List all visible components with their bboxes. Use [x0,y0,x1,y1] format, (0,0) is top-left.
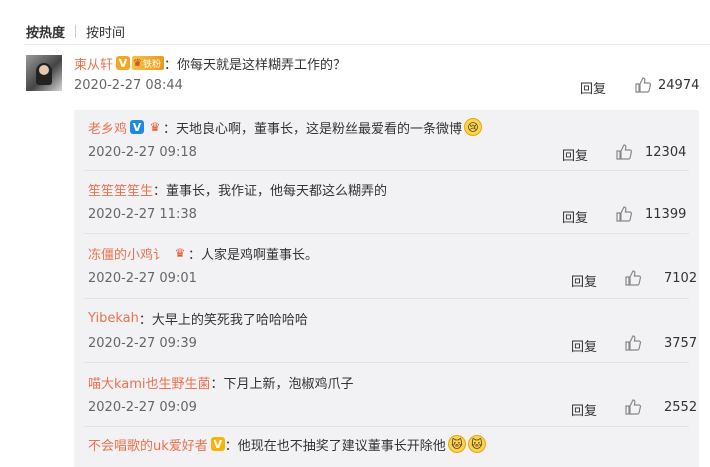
reply-button[interactable]: 回复 [571,336,597,355]
sort-bar: 按热度 按时间 [26,20,125,42]
crown-icon: ♛ [174,246,186,260]
divider [84,426,689,427]
like-count: 2552 [664,400,698,415]
reply-date: 2020-2-27 09:01 [88,271,197,286]
reply-button[interactable]: 回复 [562,207,588,226]
sort-by-time-tab[interactable]: 按时间 [86,22,125,41]
verified-icon: V [130,120,145,134]
divider [24,44,710,45]
divider [84,362,689,363]
like-count: 7102 [664,271,698,286]
sort-by-hot-tab[interactable]: 按热度 [26,22,65,41]
like-icon[interactable] [634,76,652,94]
reply-item: 喵大kami也生野生菌 ：下月上新，泡椒鸡爪子 2020-2-27 09:09 … [88,371,697,420]
like-icon[interactable] [615,143,633,161]
reply-button[interactable]: 回复 [562,145,588,164]
reply-text: ：天地良心啊，董事长，这是粉丝最爱看的一条微博 [163,121,463,137]
reply-date: 2020-2-27 09:18 [88,145,197,160]
reply-item: 老乡鸡 V ♛ ：天地良心啊，董事长，这是粉丝最爱看的一条微博 😢 2020-2… [88,116,688,165]
reply-username[interactable]: Yibekah [88,311,139,326]
reply-date: 2020-2-27 09:39 [88,336,197,351]
reply-username[interactable]: 冻僵的小鸡讠 [88,244,166,263]
reply-button[interactable]: 回复 [580,78,606,97]
reply-item: 不会唱歌的uk爱好者 V ：他现在也不抽奖了建议董事长开除他 🐱 🐱 [88,433,688,455]
like-icon[interactable] [624,398,642,416]
like-icon[interactable] [624,334,642,352]
comment-date: 2020-2-27 08:44 [74,78,183,93]
like-icon[interactable] [615,205,633,223]
crying-emoji-icon: 😢 [464,118,483,136]
reply-button[interactable]: 回复 [571,271,597,290]
reply-text: ：人家是鸡啊董事长。 [188,247,319,263]
verified-icon: V [116,56,131,70]
reply-item: 冻僵的小鸡讠 ♛ ：人家是鸡啊董事长。 2020-2-27 09:01 回复 7… [88,242,697,291]
like-count: 3757 [664,336,698,351]
cat-emoji-icon: 🐱 [467,435,486,453]
reply-text: ：下月上新，泡椒鸡爪子 [210,376,354,392]
like-count: 11399 [645,207,687,222]
reply-username[interactable]: 老乡鸡 [88,118,127,137]
comment-text: ：你每天就是这样糊弄工作的？ [164,57,347,73]
reply-username[interactable]: 喵大kami也生野生菌 [88,373,211,392]
divider [84,170,689,171]
reply-item: Yibekah ：大早上的笑死我了哈哈哈哈 2020-2-27 09:39 回复… [88,307,697,356]
reply-username[interactable]: 不会唱歌的uk爱好者 [88,435,208,454]
sort-separator [75,24,77,38]
verified-icon: V [210,437,225,451]
reply-item: 笙笙笙笙生 ：董事长，我作证，他每天都这么糊弄的 2020-2-27 11:38… [88,178,688,227]
avatar[interactable] [26,55,62,91]
cat-emoji-icon: 🐱 [447,435,466,453]
divider [84,233,689,234]
like-icon[interactable] [624,269,642,287]
reply-date: 2020-2-27 11:38 [88,207,197,222]
reply-text: ：大早上的笑死我了哈哈哈哈 [138,312,308,328]
comment-username[interactable]: 柬从轩 [74,54,113,73]
like-count: 12304 [645,145,687,160]
reply-text: ：他现在也不抽奖了建议董事长开除他 [224,438,446,454]
reply-panel: 老乡鸡 V ♛ ：天地良心啊，董事长，这是粉丝最爱看的一条微博 😢 2020-2… [74,110,699,467]
divider [84,298,689,299]
reply-date: 2020-2-27 09:09 [88,400,197,415]
reply-text: ：董事长，我作证，他每天都这么糊弄的 [153,183,388,199]
reply-username[interactable]: 笙笙笙笙生 [88,180,153,199]
reply-button[interactable]: 回复 [571,400,597,419]
crown-icon: ♛ [149,120,161,134]
crown-icon: ♛ [133,57,142,69]
like-count: 24974 [658,78,700,93]
fan-badge: ♛ 铁粉 [132,56,164,70]
main-comment: 柬从轩 V ♛ 铁粉 ：你每天就是这样糊弄工作的？ 2020-2-27 08:44… [74,52,700,98]
